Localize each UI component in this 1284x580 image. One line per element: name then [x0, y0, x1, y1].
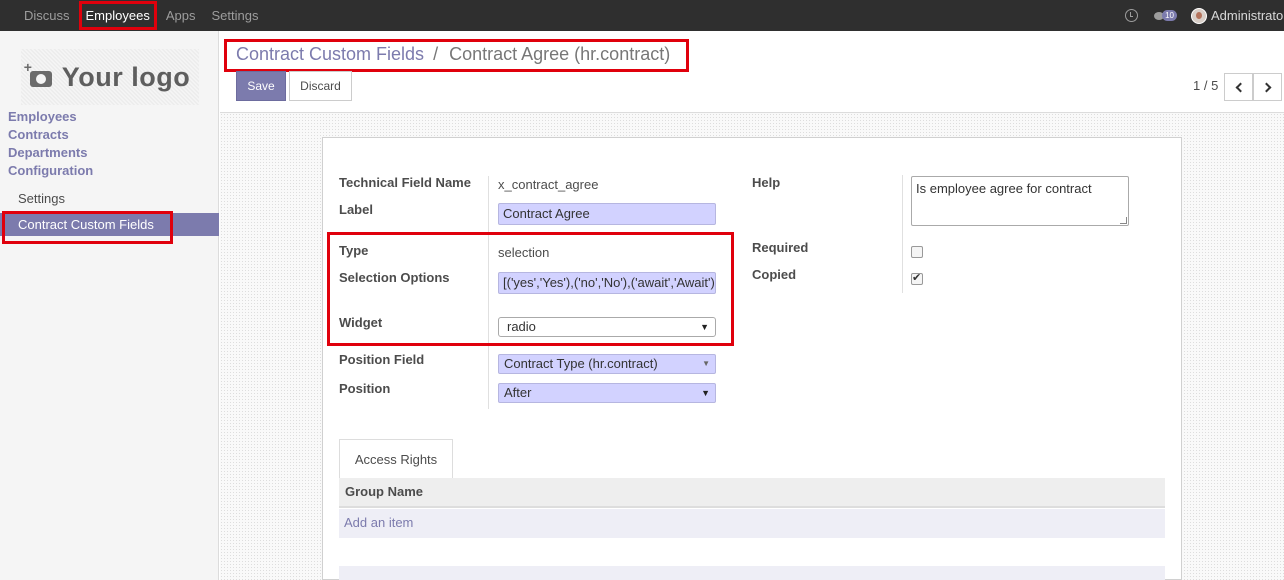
copied-label: Copied: [752, 267, 797, 282]
sidebar-item-contract-custom-fields[interactable]: Contract Custom Fields: [0, 211, 219, 244]
required-checkbox[interactable]: [911, 246, 923, 258]
sidebar-item-contracts[interactable]: Contracts: [0, 126, 219, 144]
logo-text: Your logo: [61, 61, 191, 92]
top-navbar: Discuss Employees Apps Settings 10 Admin…: [0, 0, 1284, 31]
breadcrumb-separator: /: [433, 44, 439, 64]
notebook-tabs: Access Rights: [339, 439, 1165, 480]
pager-value[interactable]: 1 / 5: [1193, 78, 1218, 93]
form-view: Technical Field Name x_contract_agree La…: [220, 113, 1284, 580]
activity-clock-icon[interactable]: [1125, 9, 1139, 22]
technical-field-name-label: Technical Field Name: [339, 175, 471, 190]
sidebar-item-employees[interactable]: Employees: [0, 108, 219, 126]
dropdown-arrow-icon: ▼: [701, 388, 710, 398]
pager-next-button[interactable]: [1253, 73, 1282, 101]
breadcrumb-current: Contract Agree (hr.contract): [449, 44, 671, 64]
help-label: Help: [752, 175, 781, 190]
required-label: Required: [752, 240, 809, 255]
menu-discuss[interactable]: Discuss: [16, 0, 78, 31]
copied-checkbox[interactable]: [911, 271, 923, 285]
sidebar: Your logo Employees Contracts Department…: [0, 31, 219, 580]
widget-select[interactable]: radio ▼: [498, 317, 716, 337]
resize-grip-icon[interactable]: [1120, 217, 1127, 224]
user-menu[interactable]: Administrator: [1211, 8, 1284, 23]
pager-previous-button[interactable]: [1224, 73, 1253, 101]
menu-employees[interactable]: Employees: [78, 0, 158, 31]
app-menu: Discuss Employees Apps Settings: [16, 0, 266, 31]
chat-count-badge: 10: [1162, 10, 1177, 21]
position-label: Position: [339, 381, 391, 396]
column-header-group-name[interactable]: Group Name: [339, 478, 1165, 508]
save-button[interactable]: Save: [236, 71, 286, 101]
technical-field-name-value: x_contract_agree: [498, 177, 599, 192]
messaging-menu[interactable]: 10: [1154, 10, 1177, 21]
selection-options-input[interactable]: [('yes','Yes'),('no','No'),('await','Awa…: [498, 272, 716, 294]
widget-label: Widget: [339, 315, 383, 330]
company-logo[interactable]: Your logo: [21, 49, 199, 105]
selection-options-label: Selection Options: [339, 270, 450, 285]
menu-settings[interactable]: Settings: [203, 0, 266, 31]
user-avatar[interactable]: [1191, 7, 1207, 24]
menu-apps[interactable]: Apps: [158, 0, 204, 31]
sidebar-menu: Employees Contracts Departments Configur…: [0, 108, 219, 244]
chevron-right-icon: [1261, 82, 1271, 92]
label-label: Label: [339, 202, 373, 217]
sidebar-item-configuration[interactable]: Configuration: [0, 162, 219, 180]
form-sheet: Technical Field Name x_contract_agree La…: [322, 137, 1182, 580]
help-textarea[interactable]: Is employee agree for contract: [911, 176, 1129, 226]
position-field-input[interactable]: Contract Type (hr.contract) ▼: [498, 354, 716, 374]
type-label: Type: [339, 243, 369, 258]
label-input[interactable]: Contract Agree: [498, 203, 716, 225]
breadcrumb: Contract Custom Fields / Contract Agree …: [236, 44, 670, 65]
help-value: Is employee agree for contract: [916, 181, 1092, 196]
breadcrumb-parent-link[interactable]: Contract Custom Fields: [236, 44, 424, 64]
widget-select-value: radio: [507, 319, 536, 334]
camera-icon: [24, 59, 52, 87]
systray: 10 Administrator: [1125, 0, 1284, 31]
chevron-left-icon: [1235, 82, 1245, 92]
position-select[interactable]: After ▼: [498, 383, 716, 403]
control-panel: Contract Custom Fields / Contract Agree …: [220, 31, 1284, 113]
position-field-value: Contract Type (hr.contract): [504, 356, 658, 371]
dropdown-arrow-icon: ▼: [702, 359, 710, 368]
tab-access-rights[interactable]: Access Rights: [339, 439, 453, 480]
position-field-label: Position Field: [339, 352, 425, 367]
discard-button[interactable]: Discard: [289, 71, 352, 101]
right-column-divider: [902, 175, 903, 293]
sidebar-item-settings[interactable]: Settings: [0, 186, 219, 211]
dropdown-arrow-icon: ▼: [700, 322, 709, 332]
table-footer: [339, 566, 1165, 580]
type-value: selection: [498, 245, 550, 260]
position-select-value: After: [504, 385, 532, 400]
add-item-link[interactable]: Add an item: [339, 509, 1165, 538]
sidebar-item-departments[interactable]: Departments: [0, 144, 219, 162]
